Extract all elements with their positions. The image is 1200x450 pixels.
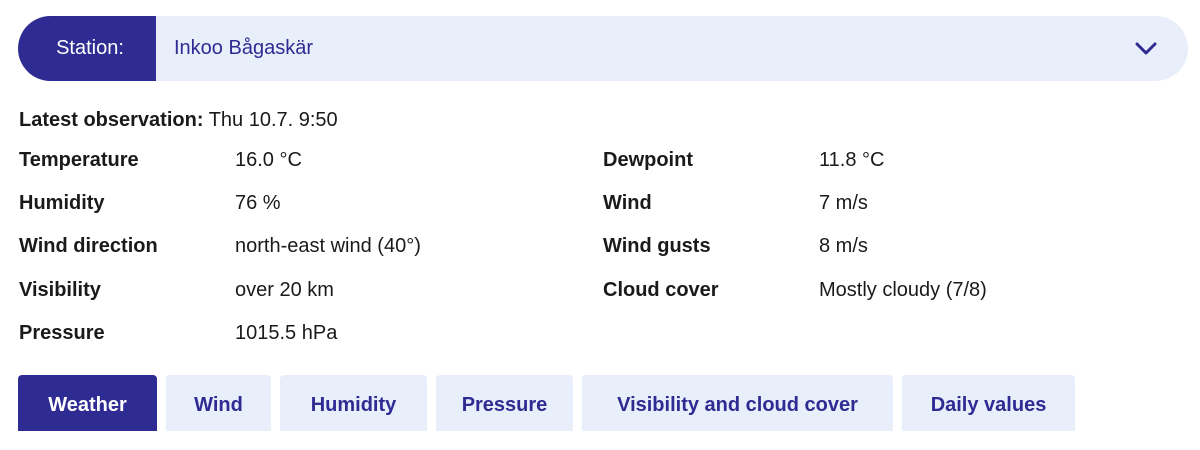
station-value[interactable]: Inkoo Bågaskär — [156, 37, 1134, 60]
obs-value: 11.8 °C — [819, 149, 885, 171]
obs-label: Wind gusts — [603, 235, 711, 257]
obs-label: Cloud cover — [603, 279, 719, 301]
chevron-down-icon[interactable] — [1134, 37, 1158, 61]
latest-observation-label: Latest observation: — [19, 109, 204, 131]
tab-visibility-and-cloud-cover[interactable]: Visibility and cloud cover — [582, 375, 893, 431]
obs-label: Wind — [603, 192, 652, 214]
obs-value: Mostly cloudy (7/8) — [819, 279, 987, 301]
latest-observation-value: Thu 10.7. 9:50 — [208, 109, 338, 131]
tab-wind[interactable]: Wind — [166, 375, 271, 431]
obs-value: 16.0 °C — [235, 149, 302, 171]
obs-value: 1015.5 hPa — [235, 322, 338, 344]
tab-pressure[interactable]: Pressure — [436, 375, 573, 431]
station-select[interactable]: Station: Inkoo Bågaskär — [18, 16, 1188, 81]
latest-observation: Latest observation: Thu 10.7. 9:50 — [19, 109, 338, 132]
tab-humidity[interactable]: Humidity — [280, 375, 427, 431]
obs-label: Dewpoint — [603, 149, 693, 171]
obs-label: Wind direction — [19, 235, 158, 257]
obs-value: over 20 km — [235, 279, 334, 301]
obs-value: 7 m/s — [819, 192, 868, 214]
obs-label: Visibility — [19, 279, 101, 301]
tab-bar: Weather Wind Humidity Pressure Visibilit… — [18, 375, 1075, 431]
tab-weather[interactable]: Weather — [18, 375, 157, 431]
obs-value: 76 % — [235, 192, 281, 214]
obs-label: Humidity — [19, 192, 105, 214]
obs-value: north-east wind (40°) — [235, 235, 421, 257]
obs-value: 8 m/s — [819, 235, 868, 257]
tab-daily-values[interactable]: Daily values — [902, 375, 1075, 431]
station-label: Station: — [18, 16, 156, 81]
obs-label: Pressure — [19, 322, 105, 344]
obs-label: Temperature — [19, 149, 139, 171]
